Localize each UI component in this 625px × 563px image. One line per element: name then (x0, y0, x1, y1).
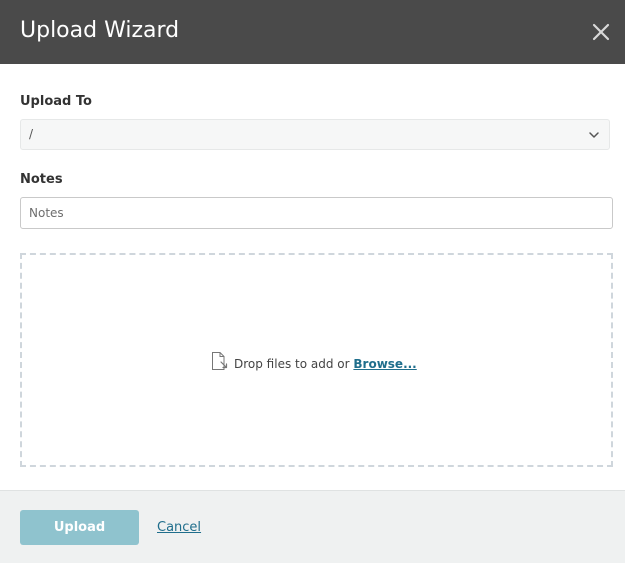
upload-to-selected-value: / (29, 127, 34, 141)
dialog-footer: Upload Cancel (0, 490, 625, 563)
upload-to-select[interactable]: / (20, 119, 610, 150)
dialog-header: Upload Wizard (0, 0, 625, 64)
file-icon (212, 352, 228, 370)
file-dropzone[interactable]: Drop files to add or Browse... (20, 253, 613, 467)
upload-button[interactable]: Upload (20, 510, 139, 545)
dropzone-message: Drop files to add or Browse... (210, 351, 417, 371)
chevron-down-icon (589, 132, 599, 138)
notes-input[interactable] (20, 197, 613, 229)
close-icon (592, 23, 610, 41)
close-button[interactable] (587, 18, 615, 46)
cancel-link[interactable]: Cancel (157, 520, 201, 535)
notes-label: Notes (20, 172, 63, 187)
upload-wizard-dialog: Upload Wizard Upload To / Notes Drop fil… (0, 0, 625, 563)
dialog-title: Upload Wizard (20, 18, 180, 43)
upload-to-label: Upload To (20, 94, 92, 109)
dropzone-text: Drop files to add or (234, 357, 354, 371)
browse-link[interactable]: Browse... (353, 357, 416, 371)
